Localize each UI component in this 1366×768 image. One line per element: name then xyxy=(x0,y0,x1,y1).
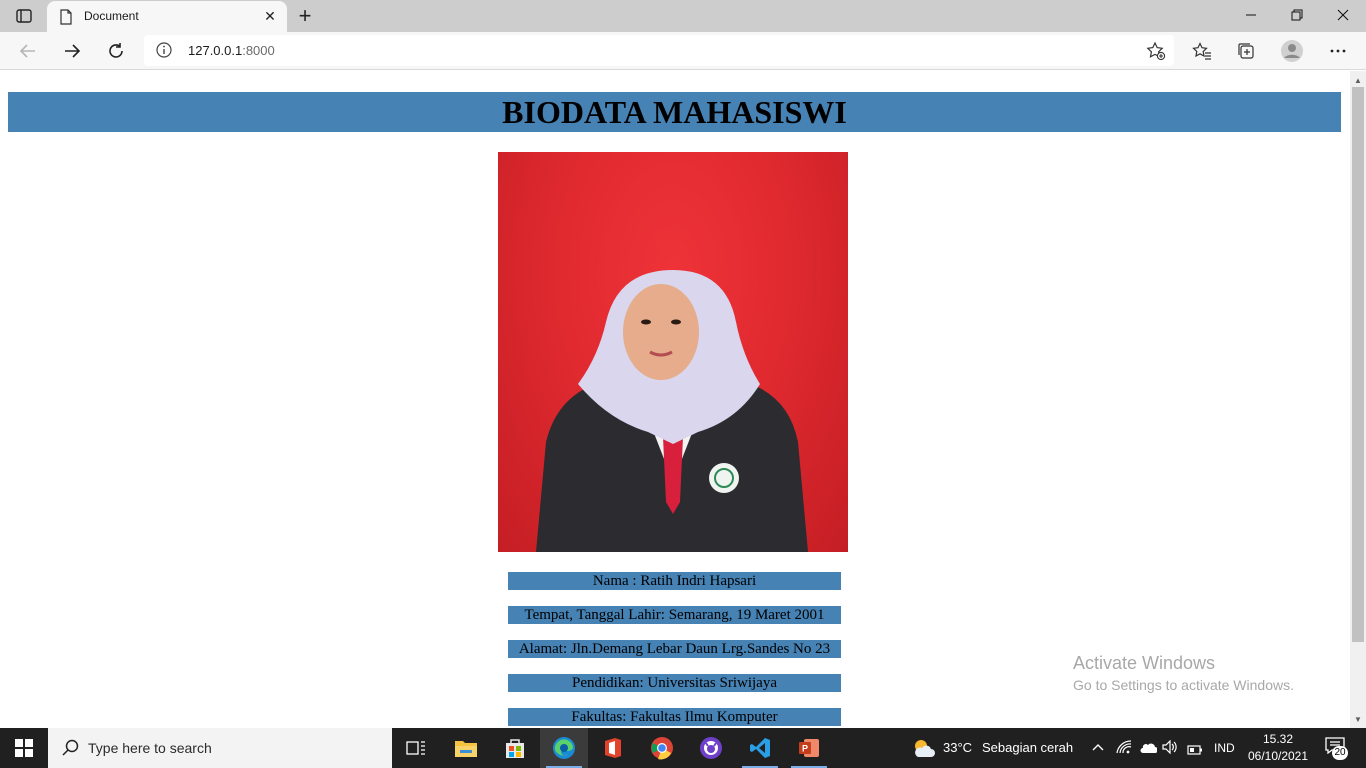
profile-avatar-icon[interactable] xyxy=(1277,36,1307,66)
office-icon[interactable] xyxy=(589,728,637,768)
weather-icon[interactable] xyxy=(912,737,936,764)
more-options-icon[interactable] xyxy=(1323,36,1353,66)
restore-icon[interactable] xyxy=(1274,0,1320,30)
favorites-icon[interactable] xyxy=(1187,36,1217,66)
chrome-icon[interactable] xyxy=(638,728,686,768)
page-title: BIODATA MAHASISWI xyxy=(502,93,847,130)
url-host: 127.0.0.1 xyxy=(188,43,243,58)
github-desktop-icon[interactable] xyxy=(687,728,735,768)
document-icon xyxy=(59,9,73,25)
forward-icon[interactable] xyxy=(57,36,87,66)
edge-browser-icon[interactable] xyxy=(540,728,588,768)
vertical-scrollbar[interactable]: ▲ ▼ xyxy=(1350,71,1366,728)
notification-badge: 20 xyxy=(1332,746,1348,760)
clock-date: 06/10/2021 xyxy=(1247,749,1309,763)
taskbar-clock[interactable]: 15.32 06/10/2021 xyxy=(1240,731,1316,765)
activation-watermark-title: Activate Windows xyxy=(1073,653,1216,673)
refresh-icon[interactable] xyxy=(101,36,131,66)
back-icon[interactable] xyxy=(13,36,43,66)
weather-temperature[interactable]: 33°C xyxy=(943,740,972,755)
battery-icon[interactable] xyxy=(1187,742,1203,760)
powerpoint-icon[interactable]: P xyxy=(785,728,833,768)
onedrive-icon[interactable] xyxy=(1139,741,1158,759)
url-text[interactable]: 127.0.0.1:8000 xyxy=(188,43,275,58)
biodata-birth: Tempat, Tanggal Lahir: Semarang, 19 Mare… xyxy=(508,606,841,624)
activation-watermark-text: Go to Settings to activate Windows. xyxy=(1073,677,1294,693)
collections-icon[interactable] xyxy=(1231,36,1261,66)
close-window-icon[interactable] xyxy=(1320,0,1366,30)
taskbar: Type here to search P 33°C Sebagian cera… xyxy=(0,728,1366,768)
browser-tab[interactable]: Document ✕ xyxy=(47,1,287,32)
biodata-faculty: Fakultas: Fakultas Ilmu Komputer xyxy=(508,708,841,726)
scroll-down-arrow-icon[interactable]: ▼ xyxy=(1350,712,1366,726)
site-info-icon[interactable] xyxy=(156,42,172,58)
browser-toolbar: 127.0.0.1:8000 xyxy=(0,32,1366,70)
svg-text:P: P xyxy=(802,744,808,754)
chevron-up-icon[interactable] xyxy=(1091,740,1105,759)
notification-center-icon[interactable]: 20 xyxy=(1324,736,1352,760)
microsoft-store-icon[interactable] xyxy=(491,728,539,768)
page-header: BIODATA MAHASISWI xyxy=(8,92,1341,132)
biodata-education: Pendidikan: Universitas Sriwijaya xyxy=(508,674,841,692)
vscode-icon[interactable] xyxy=(736,728,784,768)
new-tab-button[interactable]: + xyxy=(292,3,318,28)
tab-title: Document xyxy=(84,9,139,23)
minimize-icon[interactable] xyxy=(1228,0,1274,30)
taskbar-search-box[interactable]: Type here to search xyxy=(48,728,392,768)
search-icon xyxy=(62,739,80,757)
biodata-name: Nama : Ratih Indri Hapsari xyxy=(508,572,841,590)
scroll-up-arrow-icon[interactable]: ▲ xyxy=(1350,73,1366,87)
biodata-address: Alamat: Jln.Demang Lebar Daun Lrg.Sandes… xyxy=(508,640,841,658)
windows-start-icon[interactable] xyxy=(0,728,48,768)
volume-icon[interactable] xyxy=(1162,739,1178,759)
tab-actions-icon[interactable] xyxy=(8,4,40,28)
tab-strip: Document ✕ + xyxy=(0,0,1366,32)
scrollbar-thumb[interactable] xyxy=(1352,87,1364,642)
clock-time: 15.32 xyxy=(1262,732,1294,746)
search-placeholder: Type here to search xyxy=(88,740,212,756)
weather-description[interactable]: Sebagian cerah xyxy=(982,740,1073,755)
page-viewport: BIODATA MAHASISWI Nama : Ratih Indri Hap… xyxy=(0,71,1350,728)
task-view-icon[interactable] xyxy=(392,728,440,768)
student-photo xyxy=(498,152,848,552)
tab-close-icon[interactable]: ✕ xyxy=(261,7,279,25)
url-port: :8000 xyxy=(242,43,275,58)
file-explorer-icon[interactable] xyxy=(442,728,490,768)
add-favorite-icon[interactable] xyxy=(1146,41,1166,61)
language-indicator[interactable]: IND xyxy=(1214,741,1235,755)
address-bar[interactable]: 127.0.0.1:8000 xyxy=(144,35,1174,66)
wifi-icon[interactable] xyxy=(1116,740,1132,759)
